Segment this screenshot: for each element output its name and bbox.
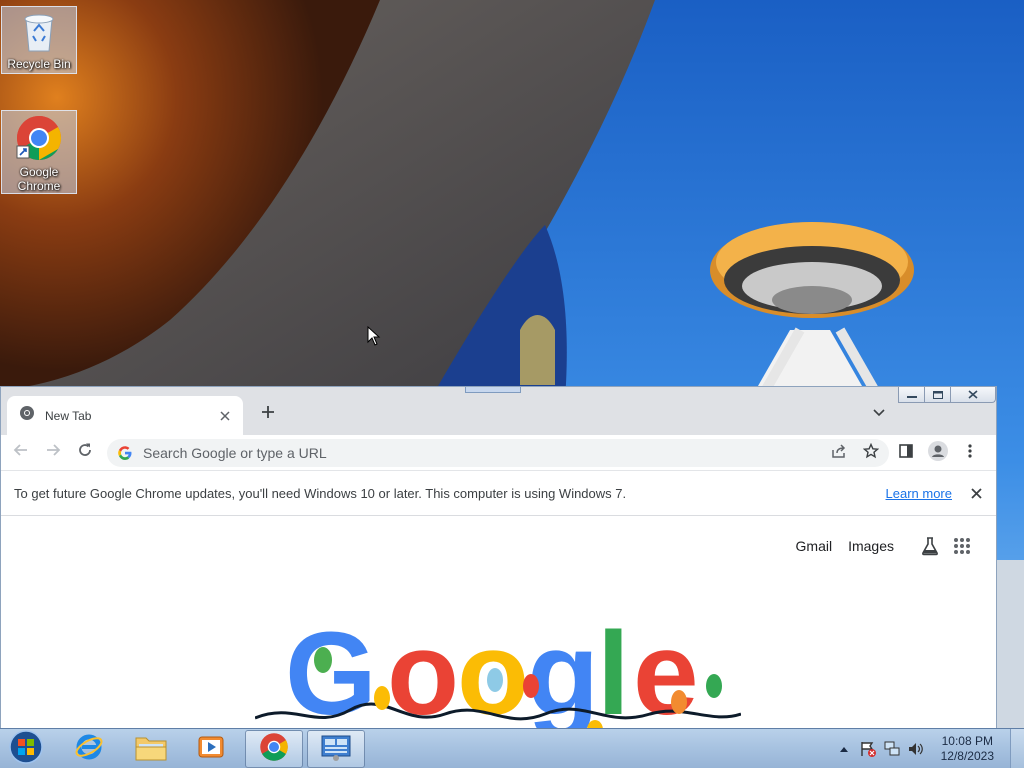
folder-icon	[135, 733, 167, 766]
restore-button[interactable]	[924, 387, 951, 403]
tab-close-icon[interactable]	[217, 408, 233, 424]
volume-icon[interactable]	[907, 740, 925, 758]
chrome-icon	[259, 732, 289, 767]
infobar-message: To get future Google Chrome updates, you…	[14, 485, 627, 501]
star-icon	[862, 442, 880, 464]
restore-icon	[932, 387, 943, 404]
minimize-button[interactable]	[898, 387, 925, 403]
taskbar-chrome[interactable]	[245, 730, 303, 768]
desktop-icon-recycle-bin[interactable]: Recycle Bin	[1, 6, 77, 74]
new-tab-button[interactable]	[257, 403, 279, 425]
reload-button[interactable]	[71, 439, 99, 467]
google-doodle-logo[interactable]: G o o g l e	[255, 610, 741, 730]
side-panel-icon	[899, 443, 913, 463]
start-button[interactable]	[6, 729, 46, 768]
media-player-icon	[197, 733, 225, 766]
window-controls	[898, 387, 996, 403]
desktop-icon-google-chrome[interactable]: Google Chrome	[1, 110, 77, 194]
clock-date: 12/8/2023	[940, 749, 994, 763]
minimize-icon	[906, 387, 917, 404]
taskbar-clock[interactable]: 10:08 PM 12/8/2023	[941, 734, 994, 764]
chrome-icon	[2, 111, 76, 165]
internet-explorer-icon	[74, 732, 104, 767]
svg-text:G: G	[285, 610, 377, 730]
taskbar-control-panel[interactable]	[307, 730, 365, 768]
tab-strip: New Tab	[1, 387, 996, 435]
svg-text:l: l	[597, 610, 630, 730]
learn-more-link[interactable]: Learn more	[886, 486, 952, 501]
gmail-link[interactable]: Gmail	[796, 538, 833, 554]
show-hidden-icons-icon[interactable]	[835, 740, 853, 758]
menu-button[interactable]	[956, 439, 984, 467]
clock-time: 10:08 PM	[941, 734, 993, 748]
ntp-header-links: Gmail Images	[796, 534, 974, 558]
chrome-window[interactable]: New Tab Search Google or type a URL To g…	[0, 386, 997, 730]
new-tab-page: Gmail Images G o o g l e	[1, 516, 996, 730]
taskbar: 10:08 PM 12/8/2023	[0, 728, 1024, 768]
window-drag-handle[interactable]	[465, 387, 521, 393]
action-center-flag-icon[interactable]	[859, 740, 877, 758]
close-window-button[interactable]	[950, 387, 996, 403]
infobar-close-icon[interactable]	[968, 485, 984, 501]
windows-orb-icon	[8, 729, 44, 768]
chevron-down-icon	[873, 404, 885, 422]
more-vert-icon	[968, 443, 972, 463]
google-g-icon	[117, 445, 133, 461]
taskbar-media-player[interactable]	[182, 730, 240, 768]
show-desktop-button[interactable]	[1010, 729, 1024, 768]
recycle-bin-icon	[2, 7, 76, 57]
avatar-icon	[928, 440, 948, 466]
omnibox-input[interactable]	[143, 445, 879, 461]
labs-flask-icon[interactable]	[918, 534, 942, 558]
reload-icon	[77, 442, 93, 463]
tab-search-button[interactable]	[869, 403, 889, 423]
apps-grid-icon[interactable]	[950, 534, 974, 558]
tab-new-tab[interactable]: New Tab	[7, 396, 243, 435]
close-icon	[968, 387, 978, 404]
system-tray: 10:08 PM 12/8/2023	[835, 729, 994, 768]
bookmark-button[interactable]	[859, 441, 883, 465]
share-button[interactable]	[827, 441, 851, 465]
images-link[interactable]: Images	[848, 538, 894, 554]
share-icon	[831, 443, 847, 463]
arrow-left-icon	[13, 442, 29, 463]
tab-title: New Tab	[45, 408, 92, 423]
arrow-right-icon	[45, 442, 61, 463]
forward-button[interactable]	[39, 439, 67, 467]
taskbar-file-explorer[interactable]	[122, 730, 180, 768]
control-panel-icon	[320, 733, 352, 766]
update-infobar: To get future Google Chrome updates, you…	[1, 471, 996, 516]
desktop-icon-label: Google Chrome	[17, 165, 61, 193]
taskbar-internet-explorer[interactable]	[60, 730, 118, 768]
mouse-cursor-icon	[367, 326, 381, 346]
plus-icon	[261, 405, 275, 424]
side-panel-button[interactable]	[892, 439, 920, 467]
browser-toolbar	[1, 435, 996, 471]
network-icon[interactable]	[883, 740, 901, 758]
back-button[interactable]	[7, 439, 35, 467]
profile-button[interactable]	[924, 439, 952, 467]
omnibox[interactable]	[107, 439, 889, 467]
chrome-favicon-icon	[19, 405, 35, 426]
desktop-icon-label: Recycle Bin	[7, 57, 71, 71]
